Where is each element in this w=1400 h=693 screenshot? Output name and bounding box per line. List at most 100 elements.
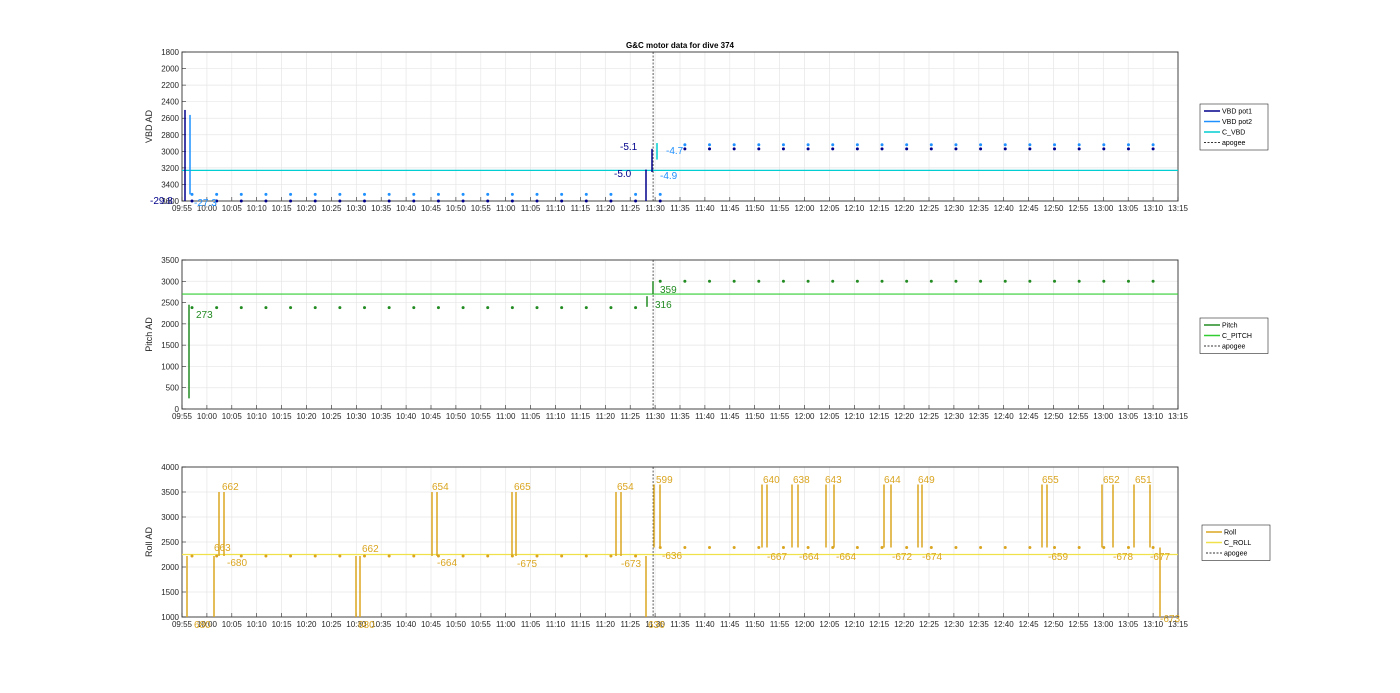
x-tick-label: 10:45 (421, 620, 442, 629)
x-tick-label: 11:20 (596, 204, 616, 213)
data-point (929, 147, 933, 151)
x-tick-label: 11:30 (645, 412, 665, 421)
data-point (658, 279, 662, 283)
y-tick-label: 1000 (161, 362, 179, 371)
annotation-label: 662 (222, 482, 239, 493)
x-tick-label: 10:20 (296, 204, 317, 213)
data-point (584, 192, 588, 196)
data-point (806, 147, 810, 151)
y-tick-label: 2000 (161, 563, 179, 572)
data-point (806, 143, 810, 147)
data-point (929, 279, 933, 283)
figure: G&C motor data for dive 374 09:55 10:00 10… (144, 41, 1271, 631)
legend-entry: Roll (1224, 530, 1237, 537)
x-tick-label: 11:55 (770, 204, 790, 213)
legend-entry: Pitch (1222, 323, 1238, 330)
y-tick-label: 3000 (161, 147, 179, 156)
y-tick-label: 2800 (161, 131, 179, 140)
x-tick-label: 10:50 (446, 412, 467, 421)
x-tick-label: 10:35 (371, 204, 392, 213)
x-tick-label: 10:15 (272, 204, 293, 213)
data-point (855, 143, 859, 147)
data-point (634, 554, 638, 558)
x-tick-label: 11:35 (670, 412, 690, 421)
x-tick-label: 12:00 (794, 412, 815, 421)
annotation-label: -636 (662, 551, 682, 562)
data-point (683, 147, 687, 151)
data-point (732, 546, 736, 549)
data-point (584, 554, 588, 558)
data-point (609, 554, 613, 558)
x-tick-label: 11:10 (546, 204, 566, 213)
data-point (880, 143, 884, 147)
data-point (1102, 147, 1106, 151)
annotation-label: -4.7 (666, 146, 684, 157)
x-tick-label: 12:00 (794, 204, 815, 213)
x-tick-label: 12:40 (994, 412, 1015, 421)
data-point (929, 143, 933, 147)
data-point (831, 279, 835, 283)
x-tick-label: 11:05 (521, 620, 541, 629)
x-tick-label: 10:50 (446, 620, 467, 629)
legend: Roll C_ROLLapogee (1201, 524, 1271, 561)
x-tick-label: 12:15 (869, 412, 890, 421)
data-point (313, 306, 317, 310)
data-point (1003, 143, 1007, 147)
legend-entry: VBD pot2 (1222, 119, 1252, 126)
x-tick-label: 10:25 (321, 412, 342, 421)
data-point (855, 147, 859, 151)
data-point (609, 192, 613, 196)
annotation-label: -680 (227, 558, 247, 569)
data-point (289, 199, 293, 203)
x-tick-label: 10:45 (421, 204, 442, 213)
x-tick-label: 12:10 (844, 204, 865, 213)
data-point (190, 192, 194, 196)
data-point (954, 147, 958, 151)
annotation-label: -677 (1150, 552, 1170, 563)
x-tick-label: 11:45 (720, 412, 740, 421)
y-tick-label: 1800 (161, 48, 179, 57)
data-point (363, 306, 367, 310)
data-point (781, 143, 785, 147)
x-tick-label: 13:00 (1093, 412, 1114, 421)
data-point (831, 143, 835, 147)
chart-3: 09:55 10:00 10:05 10:10 10:15 10:20 10:25 10:30… (144, 463, 1271, 631)
x-tick-label: 12:35 (969, 412, 990, 421)
y-axis-label: Pitch AD (144, 317, 154, 352)
data-point (1077, 143, 1081, 147)
x-tick-label: 12:20 (894, 204, 915, 213)
data-point (658, 199, 662, 203)
data-point (535, 199, 539, 203)
data-point (338, 306, 342, 310)
x-tick-label: 11:00 (496, 204, 516, 213)
x-tick-label: 11:15 (571, 620, 591, 629)
data-point (461, 554, 465, 558)
annotation-label: -673 (1160, 614, 1180, 625)
x-tick-label: 11:40 (695, 620, 715, 629)
x-tick-label: 10:15 (272, 620, 293, 629)
legend: Pitch C_PITCHapogee (1199, 317, 1269, 354)
x-tick-label: 13:10 (1143, 412, 1164, 421)
data-point (979, 147, 983, 151)
data-point (1053, 279, 1057, 283)
data-point (1151, 546, 1155, 549)
x-tick-label: 12:05 (819, 620, 840, 629)
legend-entry: apogee (1224, 551, 1247, 558)
x-tick-label: 10:05 (222, 620, 243, 629)
data-point (979, 546, 983, 549)
data-point (313, 192, 317, 196)
y-axis-label: VBD AD (144, 109, 154, 143)
data-point (1053, 546, 1057, 549)
x-tick-label: 13:00 (1093, 620, 1114, 629)
data-point (510, 306, 514, 310)
data-point (1053, 147, 1057, 151)
data-point (1028, 143, 1032, 147)
data-point (781, 147, 785, 151)
y-tick-label: 2400 (161, 98, 179, 107)
data-point (338, 554, 342, 558)
data-point (363, 199, 367, 203)
legend-entry: apogee (1222, 140, 1245, 147)
annotation-label: 680 (194, 620, 211, 631)
annotation-label: 662 (362, 544, 379, 555)
data-point (215, 306, 219, 310)
